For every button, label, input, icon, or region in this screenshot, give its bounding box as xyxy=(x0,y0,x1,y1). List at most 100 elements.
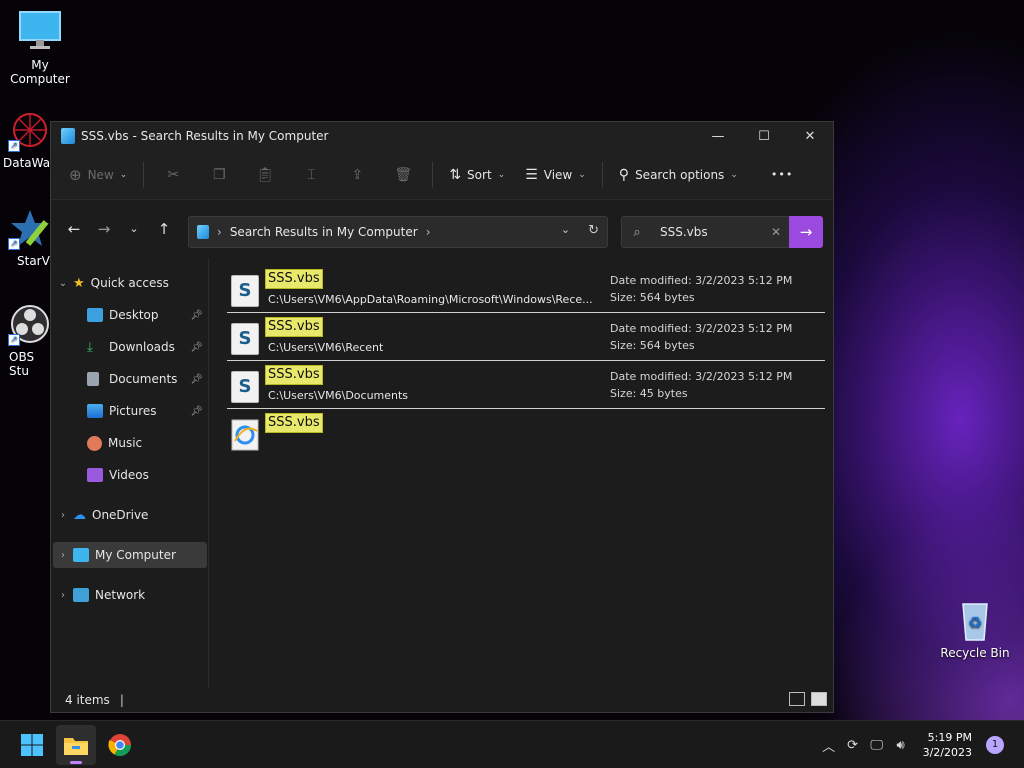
notification-badge[interactable]: 1 xyxy=(986,736,1004,754)
clear-search-icon[interactable]: ✕ xyxy=(763,225,789,239)
list-item[interactable]: S SSS.vbs C:\Users\VM6\Documents Date mo… xyxy=(227,361,825,409)
sidebar-item-documents[interactable]: Documents 📌︎ xyxy=(53,366,207,392)
sidebar-item-downloads[interactable]: ⤓ Downloads 📌︎ xyxy=(53,334,207,360)
sidebar-item-label: My Computer xyxy=(95,548,176,562)
svg-text:♻: ♻ xyxy=(968,613,982,632)
new-button-label: New xyxy=(87,167,114,182)
chrome-icon xyxy=(108,734,131,756)
sidebar-item-my-computer[interactable]: › My Computer xyxy=(53,542,207,568)
view-button-label: View xyxy=(543,167,573,182)
chevron-right-icon[interactable]: › xyxy=(53,590,73,601)
breadcrumb-separator-icon: › xyxy=(425,225,431,239)
rename-icon[interactable]: ⌶ xyxy=(298,158,324,192)
forward-button[interactable]: → xyxy=(89,214,119,244)
chevron-right-icon[interactable]: › xyxy=(53,550,73,561)
sidebar-item-quick-access[interactable]: ⌄ ★ Quick access xyxy=(53,270,207,296)
maximize-button[interactable]: ☐ xyxy=(741,122,787,150)
shortcut-arrow-icon: ↗ xyxy=(8,334,20,346)
network-icon[interactable]: 🖵︎ xyxy=(865,738,889,753)
pin-icon: 📌︎ xyxy=(190,309,203,321)
file-explorer-window: SSS.vbs - Search Results in My Computer … xyxy=(50,121,834,713)
vbs-script-icon: S xyxy=(231,275,259,307)
minimize-button[interactable]: — xyxy=(695,122,741,150)
paste-icon[interactable]: 📋︎ xyxy=(252,158,278,192)
desktop-icon-recycle-bin[interactable]: ♻ Recycle Bin xyxy=(935,598,1015,660)
recent-locations-button[interactable]: ⌄ xyxy=(119,214,149,244)
desktop-icon-label: My Computer xyxy=(10,58,70,86)
file-name: SSS.vbs xyxy=(265,269,323,289)
file-path: C:\Users\VM6\Documents xyxy=(268,389,409,402)
refresh-icon[interactable]: ↻ xyxy=(588,223,599,238)
clock[interactable]: 5:19 PM 3/2/2023 xyxy=(923,730,972,760)
more-options-button[interactable]: ••• xyxy=(761,158,803,192)
status-divider: | xyxy=(119,693,124,707)
sidebar-item-label: Desktop xyxy=(109,308,159,322)
internet-shortcut-icon xyxy=(231,419,259,451)
system-tray: ︿ ⟳ 🖵︎ 🔊︎ 5:19 PM 3/2/2023 1 xyxy=(817,721,1024,768)
title-bar[interactable]: SSS.vbs - Search Results in My Computer … xyxy=(51,122,833,150)
sidebar-item-pictures[interactable]: Pictures 📌︎ xyxy=(53,398,207,424)
tiles-view-toggle[interactable] xyxy=(811,692,827,706)
file-name: SSS.vbs xyxy=(265,365,323,385)
search-box[interactable]: ⌕ SSS.vbs ✕ → xyxy=(621,216,823,248)
up-button[interactable]: ↑ xyxy=(149,214,179,244)
address-dropdown-icon[interactable]: ⌄ xyxy=(561,223,570,238)
sort-button-label: Sort xyxy=(467,167,492,182)
status-bar: 4 items | xyxy=(51,688,833,712)
breadcrumb-search-results[interactable]: Search Results in My Computer xyxy=(230,225,418,239)
desktop-icon-starvpn[interactable]: ↗ StarVP xyxy=(0,206,54,268)
chevron-down-icon: ⌄ xyxy=(119,169,128,180)
taskbar-chrome[interactable] xyxy=(100,725,140,765)
details-view-toggle[interactable] xyxy=(789,692,805,706)
desktop-icon-my-computer[interactable]: My Computer xyxy=(0,10,80,86)
chevron-right-icon[interactable]: › xyxy=(53,510,73,521)
document-icon xyxy=(87,372,99,386)
sidebar-item-desktop[interactable]: Desktop 📌︎ xyxy=(53,302,207,328)
starvpn-icon: ↗ xyxy=(8,206,52,250)
pictures-icon xyxy=(87,404,103,418)
new-button[interactable]: ⊕ New ⌄ xyxy=(59,158,137,192)
delete-icon[interactable]: 🗑︎ xyxy=(390,158,416,192)
show-hidden-icons-chevron[interactable]: ︿ xyxy=(817,736,841,755)
breadcrumb-separator-icon: › xyxy=(217,225,222,239)
sidebar-item-network[interactable]: › Network xyxy=(53,582,207,608)
sidebar-item-videos[interactable]: Videos xyxy=(53,462,207,488)
search-folder-icon xyxy=(197,225,209,239)
file-name: SSS.vbs xyxy=(265,317,323,337)
share-icon[interactable]: ⇪ xyxy=(344,158,370,192)
file-path: C:\Users\VM6\Recent xyxy=(268,341,384,354)
file-date-modified: Date modified: 3/2/2023 5:12 PM xyxy=(610,322,793,335)
taskbar-file-explorer[interactable] xyxy=(56,725,96,765)
view-button[interactable]: ☰ View ⌄ xyxy=(515,158,596,192)
sidebar-item-label: Documents xyxy=(109,372,178,386)
address-bar[interactable]: › Search Results in My Computer › ⌄ ↻ xyxy=(188,216,608,248)
start-button[interactable] xyxy=(12,725,52,765)
close-button[interactable]: ✕ xyxy=(787,122,833,150)
chevron-down-icon: ⌄ xyxy=(730,169,738,180)
file-size: Size: 45 bytes xyxy=(610,387,688,400)
volume-icon[interactable]: 🔊︎ xyxy=(889,738,913,753)
cloud-icon: ☁ xyxy=(73,507,86,523)
sidebar-item-music[interactable]: Music xyxy=(53,430,207,456)
search-icon: ⌕ xyxy=(633,224,641,240)
sort-button[interactable]: ⇅ Sort ⌄ xyxy=(439,158,515,192)
cut-icon[interactable]: ✂ xyxy=(160,158,186,192)
search-options-button[interactable]: ⚲ Search options ⌄ xyxy=(609,158,748,192)
sidebar-item-onedrive[interactable]: › ☁ OneDrive xyxy=(53,502,207,528)
chevron-down-icon[interactable]: ⌄ xyxy=(53,278,73,289)
search-input[interactable]: SSS.vbs xyxy=(652,225,763,239)
list-item[interactable]: S SSS.vbs C:\Users\VM6\AppData\Roaming\M… xyxy=(227,265,825,313)
sync-icon[interactable]: ⟳ xyxy=(841,738,865,753)
navigation-pane: ⌄ ★ Quick access Desktop 📌︎ ⤓ Downloads … xyxy=(51,258,209,688)
sidebar-item-label: Pictures xyxy=(109,404,157,418)
back-button[interactable]: ← xyxy=(59,214,89,244)
search-go-button[interactable]: → xyxy=(789,216,823,248)
desktop-icon-obs-studio[interactable]: ↗ OBS Stu xyxy=(0,302,54,378)
sort-icon: ⇅ xyxy=(449,166,462,183)
copy-icon[interactable]: ❐ xyxy=(206,158,232,192)
sidebar-item-label: OneDrive xyxy=(92,508,149,522)
pin-icon: 📌︎ xyxy=(190,373,203,385)
list-item[interactable]: S SSS.vbs C:\Users\VM6\Recent Date modif… xyxy=(227,313,825,361)
list-item[interactable]: SSS.vbs xyxy=(227,409,825,457)
search-options-icon: ⚲ xyxy=(618,166,630,183)
